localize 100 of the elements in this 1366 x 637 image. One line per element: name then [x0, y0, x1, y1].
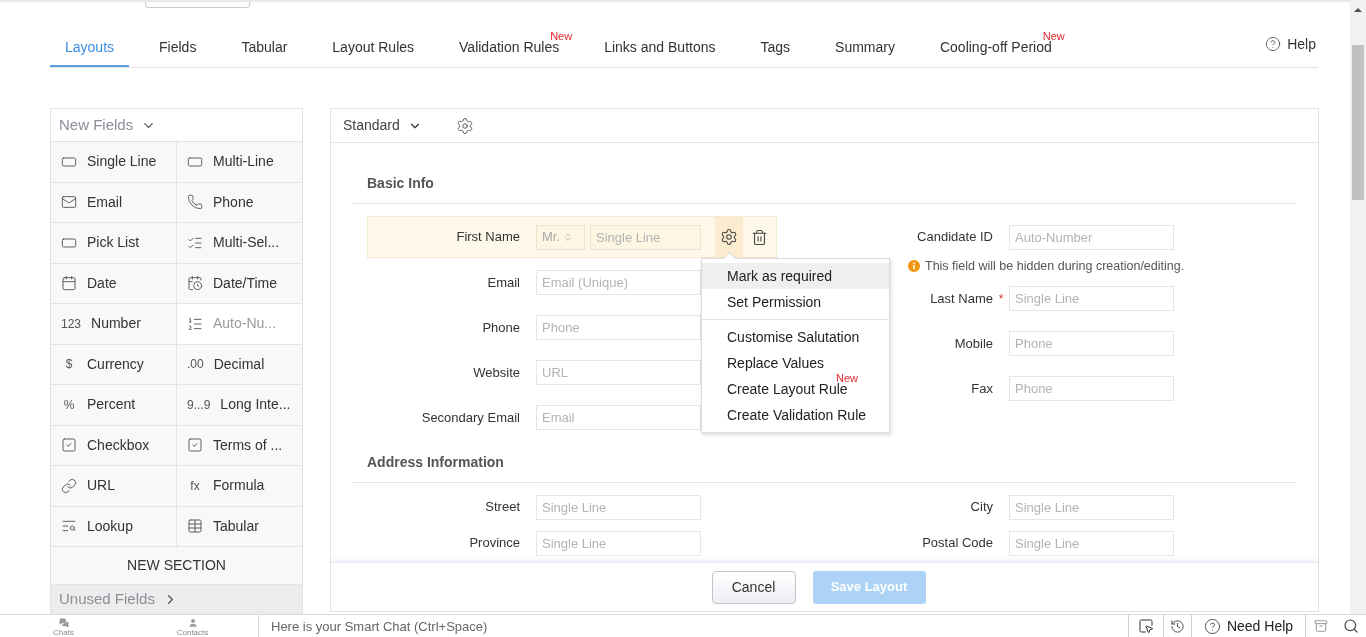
stepper-icon: [563, 232, 574, 242]
field-type-label: Long Inte...: [220, 395, 291, 415]
field-type-item[interactable]: Date/Time: [177, 263, 302, 304]
text-field[interactable]: URL: [536, 360, 701, 385]
field-type-item[interactable]: Phone: [177, 182, 302, 223]
screen-pointer-icon: [1137, 618, 1155, 634]
field-type-item[interactable]: Single Line: [51, 142, 177, 183]
tab[interactable]: Layouts: [50, 29, 130, 67]
help-link[interactable]: Help: [1265, 29, 1316, 67]
field-label: Email: [487, 273, 520, 292]
settings-icon: [720, 228, 738, 246]
smart-chat-field[interactable]: Here is your Smart Chat (Ctrl+Space): [258, 615, 1128, 637]
tab[interactable]: Summary: [820, 29, 910, 67]
contacts-button[interactable]: Contacts: [127, 615, 258, 637]
history-icon: [1170, 618, 1185, 634]
field-type-item[interactable]: .00 Decimal: [177, 344, 302, 385]
tab[interactable]: Tabular: [226, 29, 303, 67]
field-type-item[interactable]: fx Formula: [177, 466, 302, 507]
field-type-item[interactable]: Pick List: [51, 223, 177, 264]
new-label: New: [836, 373, 858, 384]
help-icon: [1203, 617, 1221, 635]
trash-icon[interactable]: [751, 228, 768, 246]
text-field[interactable]: Auto-Number: [1009, 224, 1174, 250]
scrollbar[interactable]: [1350, 0, 1366, 614]
field-type-item[interactable]: 9...9 Long Inte...: [177, 385, 302, 426]
settings-button[interactable]: [715, 217, 743, 257]
field-label: Last Name: [930, 289, 993, 308]
field-type-label: Formula: [213, 476, 265, 496]
tab[interactable]: Cooling-off Period New: [924, 29, 1067, 67]
field-type-glyph: .00: [187, 356, 204, 374]
active-field-row[interactable]: First Name Mr. Single Line: [367, 216, 777, 258]
text-field[interactable]: Phone: [1009, 331, 1174, 356]
field-type-item[interactable]: Tabular: [177, 506, 302, 547]
field-type-label: Currency: [87, 354, 144, 374]
text-field[interactable]: Single Line: [536, 530, 701, 556]
text-field[interactable]: Phone: [1009, 376, 1174, 401]
hidden-field-note: This field will be hidden during creation/editing.: [925, 257, 1185, 275]
field-type-item[interactable]: Multi-Line: [177, 142, 302, 183]
phone-icon: [187, 194, 203, 211]
field-type-item[interactable]: Email: [51, 182, 177, 223]
field-label: City: [970, 498, 993, 517]
calendar-icon: [61, 275, 77, 292]
field-type-item[interactable]: % Percent: [51, 385, 177, 426]
menu-item[interactable]: Create Layout Rule New: [702, 376, 889, 402]
field-type-label: Multi-Line: [213, 152, 274, 172]
tab[interactable]: Fields: [144, 29, 212, 67]
field-type-item[interactable]: Terms of ...: [177, 425, 302, 466]
field-type-glyph: $: [64, 356, 74, 374]
field-type-label: Pick List: [87, 233, 140, 253]
help-icon: [1265, 36, 1282, 52]
text-field[interactable]: Single Line: [536, 494, 701, 520]
field-label: Postal Code: [922, 534, 993, 553]
text-field[interactable]: Email: [536, 405, 701, 430]
field-type-item[interactable]: Date: [51, 263, 177, 304]
new-section-button[interactable]: NEW SECTION: [51, 547, 302, 585]
menu-item[interactable]: Set Permission: [702, 289, 889, 315]
field-type-label: Percent: [87, 395, 136, 415]
tab[interactable]: Links and Buttons: [589, 29, 731, 67]
field-label: Street: [485, 498, 520, 517]
menu-item[interactable]: Create Validation Rule: [702, 402, 889, 428]
field-type-label: Multi-Sel...: [213, 233, 280, 253]
menu-item[interactable]: Customise Salutation: [702, 324, 889, 350]
field-type-item[interactable]: Multi-Sel...: [177, 223, 302, 264]
field-type-label: Single Line: [87, 152, 157, 172]
field-label: Fax: [971, 379, 993, 398]
text-field[interactable]: Single Line: [1009, 286, 1174, 311]
field-type-label: Decimal: [213, 354, 265, 374]
text-field[interactable]: Single Line: [1009, 530, 1174, 556]
screen-share-button[interactable]: [1128, 615, 1164, 637]
field-label: Secondary Email: [421, 408, 520, 427]
cancel-button[interactable]: Cancel: [711, 570, 796, 604]
tab[interactable]: Tags: [745, 29, 806, 67]
tab[interactable]: Validation Rules New: [444, 29, 575, 67]
required-mark: *: [998, 290, 1004, 308]
field-type-item[interactable]: Checkbox: [51, 425, 177, 466]
layout-select[interactable]: Standard: [343, 115, 422, 136]
menu-item[interactable]: Mark as required: [702, 263, 889, 289]
settings-icon[interactable]: [455, 116, 474, 135]
text-field[interactable]: Phone: [536, 315, 701, 340]
field-type-glyph: 123: [61, 315, 82, 333]
tab[interactable]: Layout Rules: [317, 29, 430, 67]
text-field[interactable]: Email (Unique): [536, 270, 701, 295]
field-type-item[interactable]: $ Currency: [51, 344, 177, 385]
link-icon: [61, 477, 77, 494]
section-title: Address Information: [367, 454, 504, 470]
field-type-glyph: 9...9: [187, 396, 211, 414]
field-type-label: Phone: [213, 192, 254, 212]
field-type-item[interactable]: Lookup: [51, 506, 177, 547]
field-type-label: Date: [87, 273, 117, 293]
search-icon: [1343, 618, 1359, 634]
text-field[interactable]: Single Line: [590, 224, 701, 250]
mail-icon: [61, 194, 77, 211]
field-label: Candidate ID: [917, 228, 993, 247]
need-help-button[interactable]: Need Help: [1192, 615, 1306, 637]
field-label: Phone: [482, 318, 520, 337]
text-field[interactable]: Single Line: [1009, 494, 1174, 520]
field-type-glyph: %: [62, 396, 76, 414]
chats-button[interactable]: Chats: [0, 615, 127, 637]
field-type-item[interactable]: 123 Number: [51, 304, 177, 345]
field-type-item[interactable]: URL: [51, 466, 177, 507]
